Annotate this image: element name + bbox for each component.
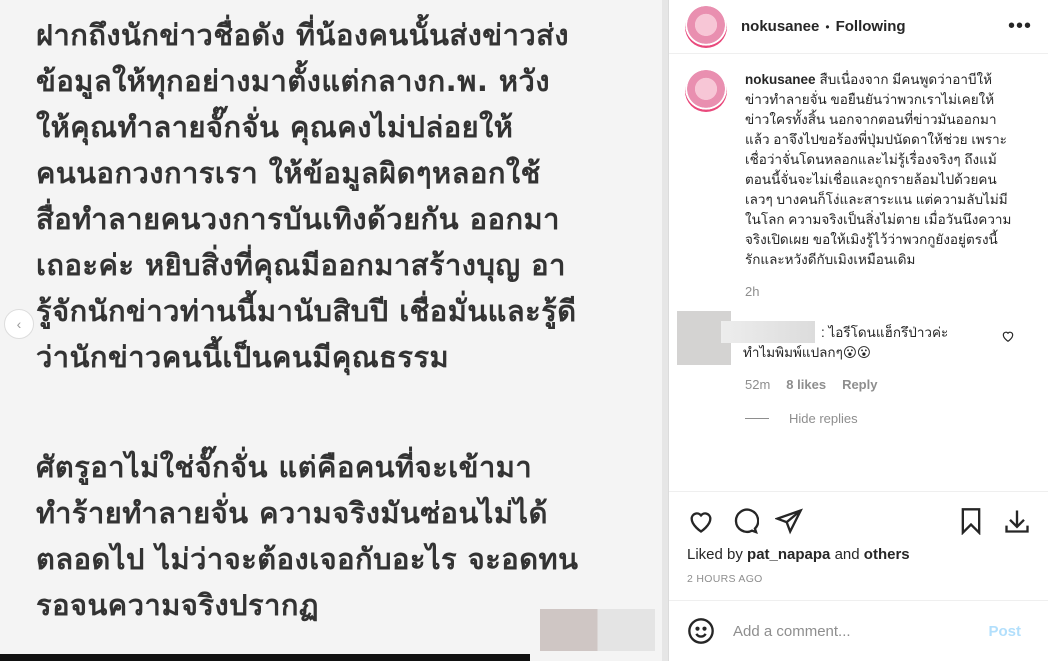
post-header: nokusanee • Following ••• [669,0,1048,54]
list-item: : ไอรีโดนแฮ็กรึป่าวค่ะ ทำไมพิมพ์แปลกๆ😮😮 … [669,311,1048,426]
add-comment-bar: Add a comment... Post [669,600,1048,661]
caption-time[interactable]: 2h [745,284,1048,299]
download-icon[interactable] [1003,507,1031,535]
heart-icon[interactable] [1001,329,1015,343]
carousel-prev-button[interactable]: ‹ [4,309,34,339]
post-image-text-paragraph-1: ฝากถึงนักข่าวชื่อดัง ที่น้องคนนั้นส่งข่า… [36,18,577,374]
post-image-text-paragraph-2: ศัตรูอาไม่ใช่จั๊กจั่น แต่คือคนที่จะเข้าม… [36,450,579,622]
image-bottom-strip [0,654,530,661]
action-icons [687,506,1031,536]
post-image: ฝากถึงนักข่าวชื่อดัง ที่น้องคนนั้นส่งข่า… [0,0,662,661]
comment-text-line-1: : ไอรีโดนแฮ็กรึป่าวค่ะ [821,325,949,340]
avatar[interactable] [685,5,727,48]
comment-text: : ไอรีโดนแฮ็กรึป่าวค่ะ ทำไมพิมพ์แปลกๆ😮😮 [743,323,993,363]
heart-icon[interactable] [687,507,715,535]
separator-dot: • [825,19,830,34]
caption-username[interactable]: nokusanee [745,72,816,87]
post-side-panel: nokusanee • Following ••• nokusanee สืบเน… [668,0,1048,661]
comment-icon[interactable] [731,507,759,535]
comment-meta: 52m 8 likes Reply [745,377,877,392]
caption-body: nokusanee สืบเนื่องจาก มีคนพูดว่าอาบีให้ข… [745,70,1013,270]
hide-replies-line [745,418,769,419]
following-button[interactable]: Following [836,18,906,35]
post-actions: Liked by pat_napapa and others 2 HOURS A… [669,491,1048,585]
liked-prefix: Liked by [687,546,743,563]
emoji-icon[interactable] [687,617,715,645]
caption-text: สืบเนื่องจาก มีคนพูดว่าอาบีให้ข่าวทำลายจ… [745,72,1012,267]
liked-and: and [834,546,860,563]
more-options-icon[interactable]: ••• [1008,15,1032,38]
avatar[interactable] [685,70,727,112]
comment-time[interactable]: 52m [745,377,770,392]
blurred-region [540,609,655,651]
liked-others[interactable]: others [864,546,910,563]
comment-text-line-2: ทำไมพิมพ์แปลกๆ😮😮 [743,345,871,360]
header-username[interactable]: nokusanee [741,18,819,35]
hide-replies-button[interactable]: Hide replies [745,411,858,426]
caption: nokusanee สืบเนื่องจาก มีคนพูดว่าอาบีให้ข… [669,70,1048,270]
comments-list[interactable]: nokusanee สืบเนื่องจาก มีคนพูดว่าอาบีให้ข… [669,70,1048,490]
post-button[interactable]: Post [988,623,1021,640]
post-time-ago[interactable]: 2 HOURS AGO [687,573,1031,585]
reply-button[interactable]: Reply [842,377,877,392]
hide-replies-label: Hide replies [789,411,858,426]
chevron-left-icon: ‹ [16,316,22,332]
liked-user[interactable]: pat_napapa [747,546,830,563]
comment-input[interactable]: Add a comment... [733,623,988,640]
bookmark-icon[interactable] [957,507,985,535]
share-icon[interactable] [775,507,803,535]
action-icons-right [939,507,1031,535]
liked-by: Liked by pat_napapa and others [687,546,1031,563]
comment-likes[interactable]: 8 likes [786,377,826,392]
